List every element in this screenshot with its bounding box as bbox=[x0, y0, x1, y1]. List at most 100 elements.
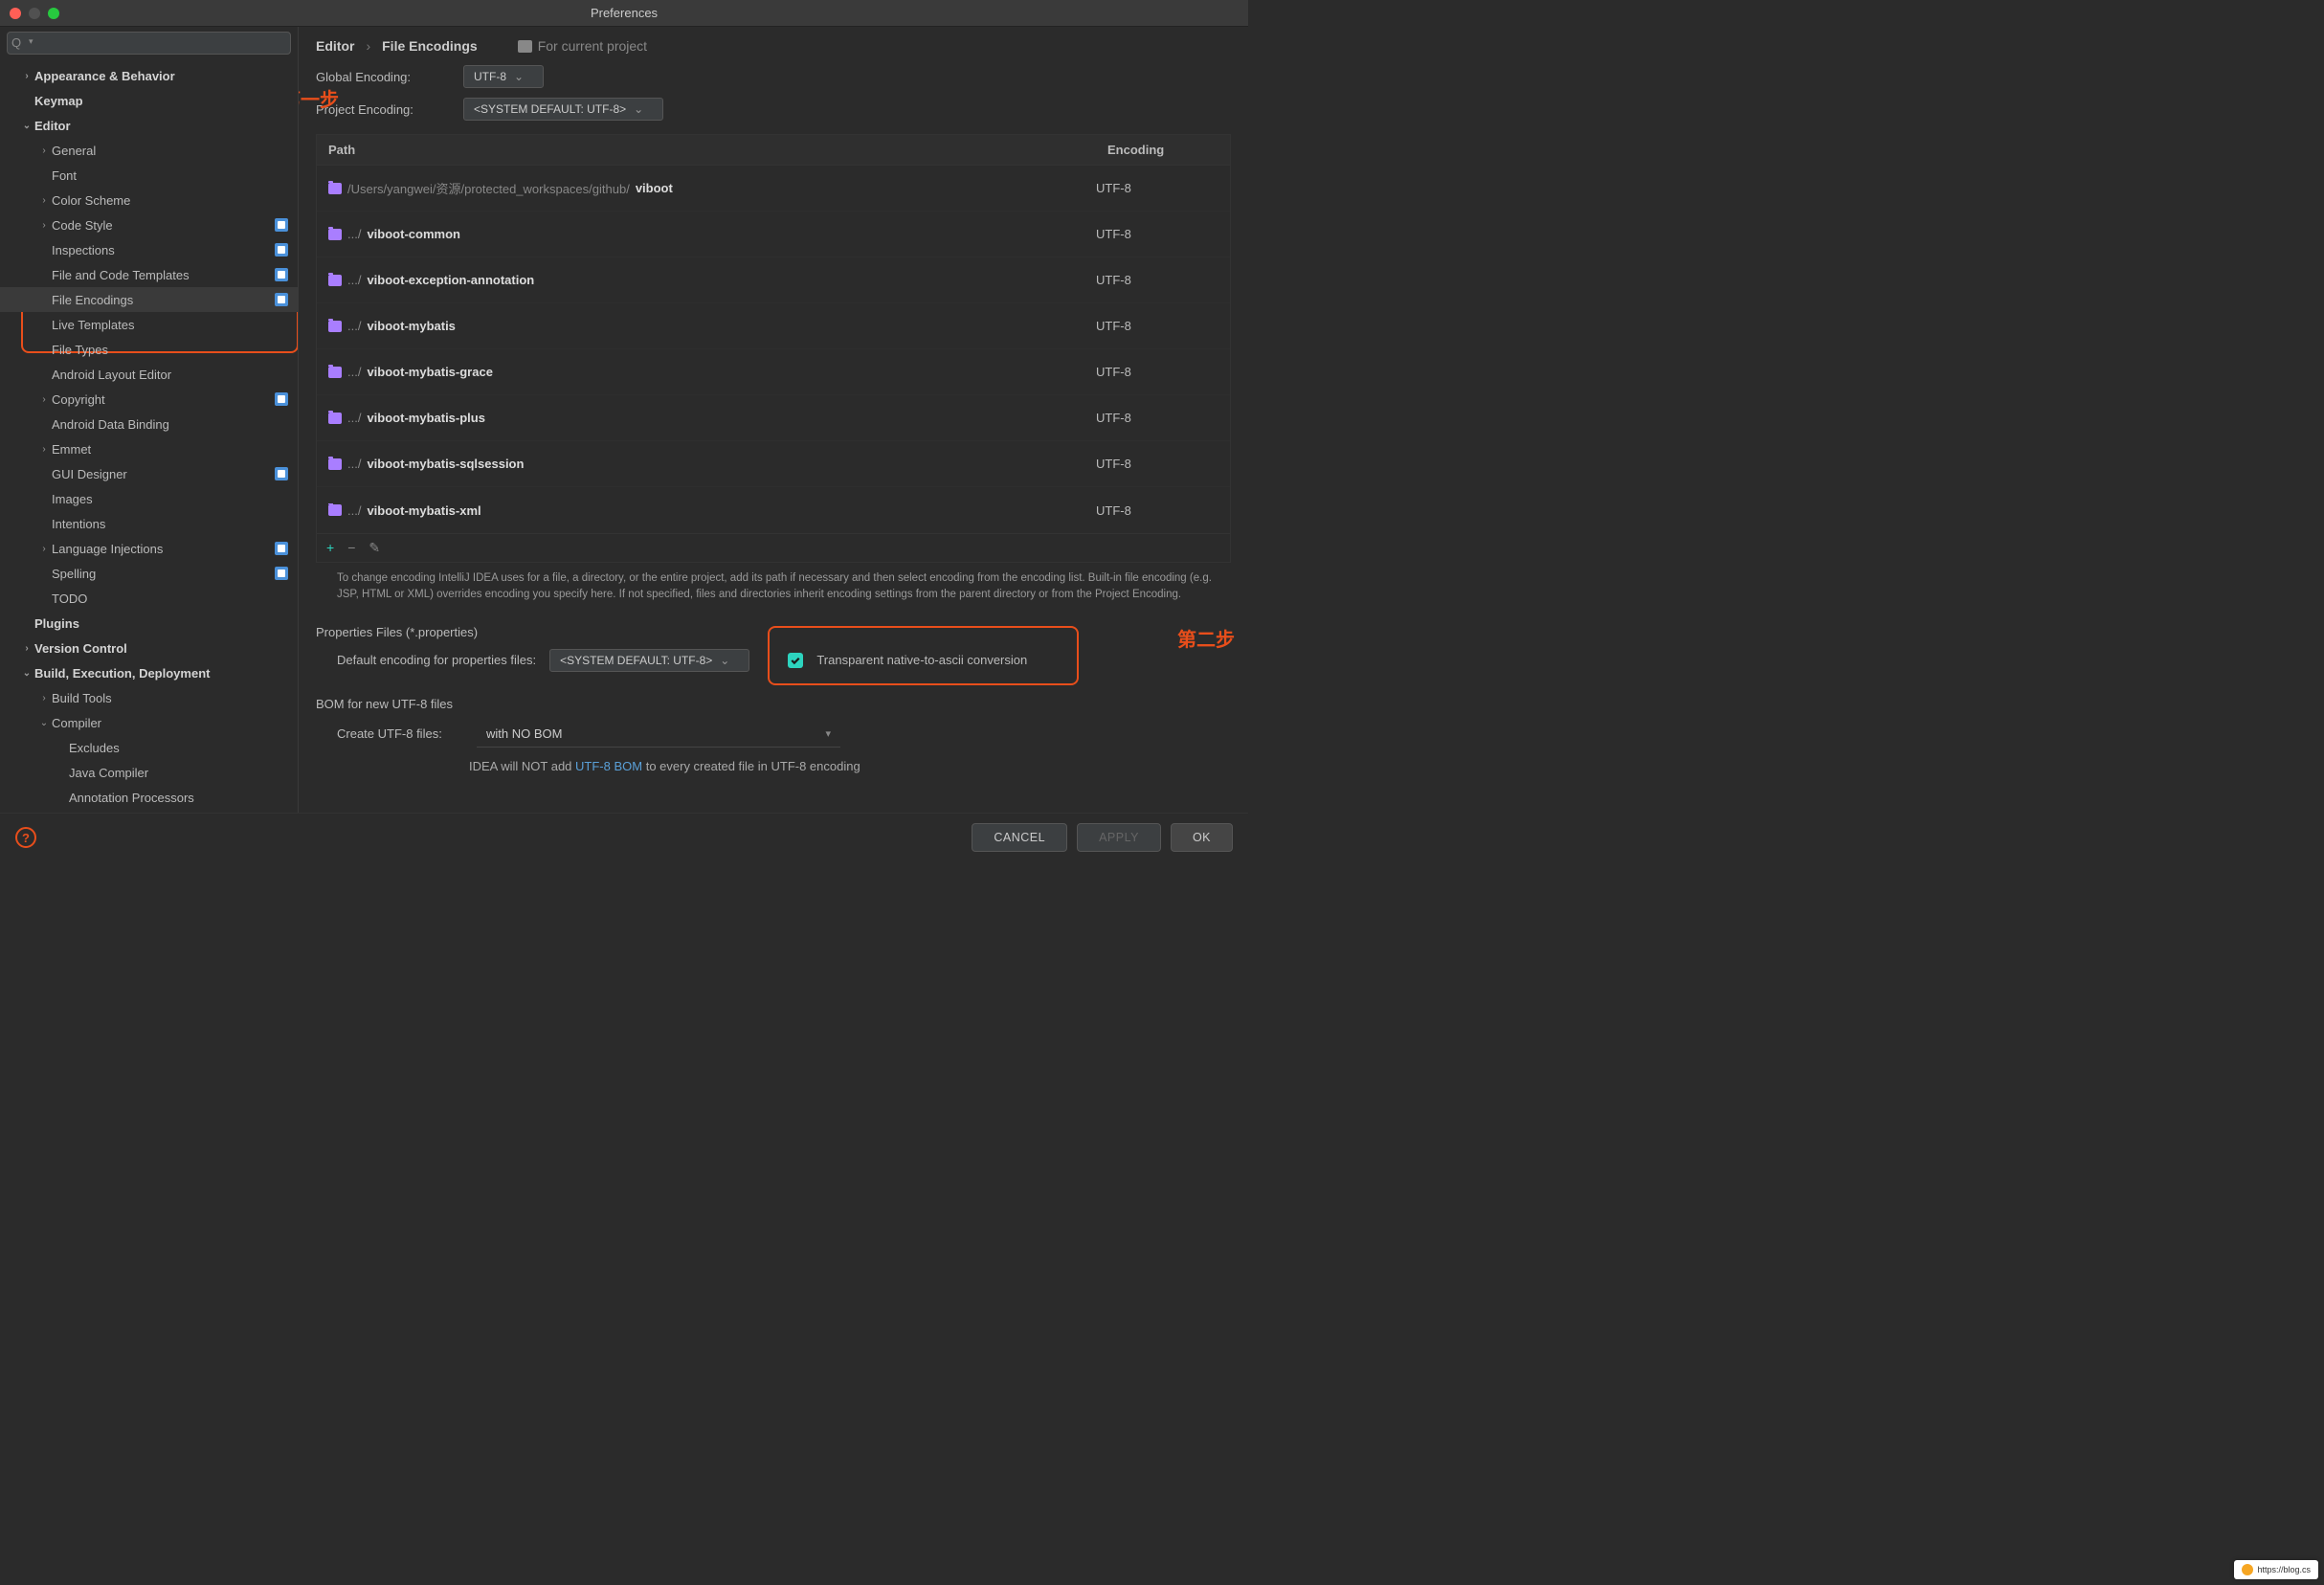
tree-item-editor[interactable]: ⌄Editor bbox=[0, 113, 298, 138]
search-dropdown-icon[interactable]: ▾ bbox=[29, 36, 34, 47]
transparent-label: Transparent native-to-ascii conversion bbox=[816, 653, 1027, 667]
table-row[interactable]: /Users/yangwei/资源/protected_workspaces/g… bbox=[317, 166, 1230, 212]
table-row[interactable]: .../viboot-mybatis-sqlsessionUTF-8 bbox=[317, 441, 1230, 487]
tree-item-label: Keymap bbox=[34, 94, 288, 108]
tree-item-intentions[interactable]: Intentions bbox=[0, 511, 298, 536]
row-encoding[interactable]: UTF-8 bbox=[1096, 227, 1230, 241]
path-name: viboot bbox=[636, 181, 673, 195]
add-row-icon[interactable]: + bbox=[326, 540, 334, 556]
bom-section-title: BOM for new UTF-8 files bbox=[316, 697, 1231, 711]
tree-item-compiler[interactable]: ⌄Compiler bbox=[0, 710, 298, 735]
tree-item-general[interactable]: ›General bbox=[0, 138, 298, 163]
tree-item-plugins[interactable]: Plugins bbox=[0, 611, 298, 636]
tree-item-label: Build, Execution, Deployment bbox=[34, 666, 288, 681]
path-prefix: .../ bbox=[347, 411, 361, 425]
table-row[interactable]: .../viboot-mybatis-xmlUTF-8 bbox=[317, 487, 1230, 533]
tree-item-annotation-processors[interactable]: Annotation Processors bbox=[0, 785, 298, 810]
tree-item-label: Excludes bbox=[69, 741, 288, 755]
chevron-icon: › bbox=[36, 544, 52, 554]
tree-item-language-injections[interactable]: ›Language Injections bbox=[0, 536, 298, 561]
tree-item-spelling[interactable]: Spelling bbox=[0, 561, 298, 586]
cancel-button[interactable]: CANCEL bbox=[972, 823, 1067, 852]
tree-item-version-control[interactable]: ›Version Control bbox=[0, 636, 298, 660]
transparent-checkbox[interactable] bbox=[788, 653, 803, 668]
row-encoding[interactable]: UTF-8 bbox=[1096, 365, 1230, 379]
folder-icon bbox=[328, 321, 342, 332]
search-input[interactable] bbox=[7, 32, 291, 55]
project-encoding-dropdown[interactable]: <SYSTEM DEFAULT: UTF-8> bbox=[463, 98, 663, 121]
tree-item-file-encodings[interactable]: File Encodings bbox=[0, 287, 298, 312]
window-maximize-button[interactable] bbox=[48, 8, 59, 19]
project-scope-icon bbox=[275, 467, 288, 480]
help-icon[interactable]: ? bbox=[15, 827, 36, 848]
tree-item-android-data-binding[interactable]: Android Data Binding bbox=[0, 412, 298, 436]
tree-item-java-compiler[interactable]: Java Compiler bbox=[0, 760, 298, 785]
chevron-icon: ⌄ bbox=[36, 718, 52, 728]
tree-item-font[interactable]: Font bbox=[0, 163, 298, 188]
tree-item-file-and-code-templates[interactable]: File and Code Templates bbox=[0, 262, 298, 287]
content-panel: Editor › File Encodings For current proj… bbox=[299, 27, 1248, 813]
path-prefix: /Users/yangwei/资源/protected_workspaces/g… bbox=[347, 179, 630, 197]
tree-item-label: Copyright bbox=[52, 392, 269, 407]
window-minimize-button[interactable] bbox=[29, 8, 40, 19]
col-header-encoding[interactable]: Encoding bbox=[1096, 135, 1230, 165]
edit-row-icon[interactable]: ✎ bbox=[369, 540, 380, 556]
tree-item-appearance-behavior[interactable]: ›Appearance & Behavior bbox=[0, 63, 298, 88]
apply-button[interactable]: APPLY bbox=[1077, 823, 1161, 852]
folder-icon bbox=[328, 229, 342, 240]
tree-item-images[interactable]: Images bbox=[0, 486, 298, 511]
tree-item-todo[interactable]: TODO bbox=[0, 586, 298, 611]
tree-item-gui-designer[interactable]: GUI Designer bbox=[0, 461, 298, 486]
table-row[interactable]: .../viboot-mybatis-plusUTF-8 bbox=[317, 395, 1230, 441]
tree-item-android-layout-editor[interactable]: Android Layout Editor bbox=[0, 362, 298, 387]
window-close-button[interactable] bbox=[10, 8, 21, 19]
tree-item-label: Editor bbox=[34, 119, 288, 133]
tree-item-label: Code Style bbox=[52, 218, 269, 233]
table-row[interactable]: .../viboot-mybatis-graceUTF-8 bbox=[317, 349, 1230, 395]
project-scope-icon bbox=[275, 243, 288, 257]
tree-item-emmet[interactable]: ›Emmet bbox=[0, 436, 298, 461]
tree-item-excludes[interactable]: Excludes bbox=[0, 735, 298, 760]
chevron-icon: › bbox=[36, 145, 52, 156]
tree-item-label: File Encodings bbox=[52, 293, 269, 307]
dialog-footer: ? CANCEL APPLY OK bbox=[0, 813, 1248, 861]
path-prefix: .../ bbox=[347, 273, 361, 287]
row-encoding[interactable]: UTF-8 bbox=[1096, 503, 1230, 518]
row-encoding[interactable]: UTF-8 bbox=[1096, 273, 1230, 287]
tree-item-build-execution-deployment[interactable]: ⌄Build, Execution, Deployment bbox=[0, 660, 298, 685]
table-row[interactable]: .../ viboot-exception-annotation UTF-8 bbox=[317, 257, 1230, 303]
tree-item-label: Spelling bbox=[52, 567, 269, 581]
path-name: viboot-common bbox=[367, 227, 460, 241]
tree-item-label: Java Compiler bbox=[69, 766, 288, 780]
row-encoding[interactable]: UTF-8 bbox=[1096, 457, 1230, 471]
tree-item-file-types[interactable]: File Types bbox=[0, 337, 298, 362]
tree-item-code-style[interactable]: ›Code Style bbox=[0, 212, 298, 237]
tree-item-build-tools[interactable]: ›Build Tools bbox=[0, 685, 298, 710]
tree-item-label: File and Code Templates bbox=[52, 268, 269, 282]
table-row[interactable]: .../viboot-commonUTF-8 bbox=[317, 212, 1230, 257]
tree-item-keymap[interactable]: Keymap bbox=[0, 88, 298, 113]
bom-dropdown[interactable]: with NO BOM bbox=[477, 721, 840, 748]
row-encoding[interactable]: UTF-8 bbox=[1096, 319, 1230, 333]
table-row[interactable]: .../viboot-mybatisUTF-8 bbox=[317, 303, 1230, 349]
sidebar: Q ▾ ›Appearance & BehaviorKeymap⌄Editor›… bbox=[0, 27, 299, 813]
breadcrumb-sep: › bbox=[366, 38, 370, 54]
encoding-table: Path Encoding /Users/yangwei/资源/protecte… bbox=[316, 134, 1231, 563]
watermark-badge: https://blog.cs bbox=[2234, 1560, 2318, 1579]
tree-item-copyright[interactable]: ›Copyright bbox=[0, 387, 298, 412]
search-icon: Q bbox=[11, 35, 21, 50]
props-encoding-dropdown[interactable]: <SYSTEM DEFAULT: UTF-8> bbox=[549, 649, 749, 672]
project-scope-icon bbox=[275, 218, 288, 232]
tree-item-label: File Types bbox=[52, 343, 288, 357]
ok-button[interactable]: OK bbox=[1171, 823, 1233, 852]
path-name: viboot-exception-annotation bbox=[367, 273, 534, 287]
tree-item-label: Language Injections bbox=[52, 542, 269, 556]
global-encoding-dropdown[interactable]: UTF-8 bbox=[463, 65, 544, 88]
row-encoding[interactable]: UTF-8 bbox=[1096, 411, 1230, 425]
remove-row-icon[interactable]: − bbox=[347, 540, 355, 556]
row-encoding[interactable]: UTF-8 bbox=[1096, 181, 1230, 195]
tree-item-color-scheme[interactable]: ›Color Scheme bbox=[0, 188, 298, 212]
tree-item-live-templates[interactable]: Live Templates bbox=[0, 312, 298, 337]
col-header-path[interactable]: Path bbox=[317, 135, 1096, 165]
tree-item-inspections[interactable]: Inspections bbox=[0, 237, 298, 262]
